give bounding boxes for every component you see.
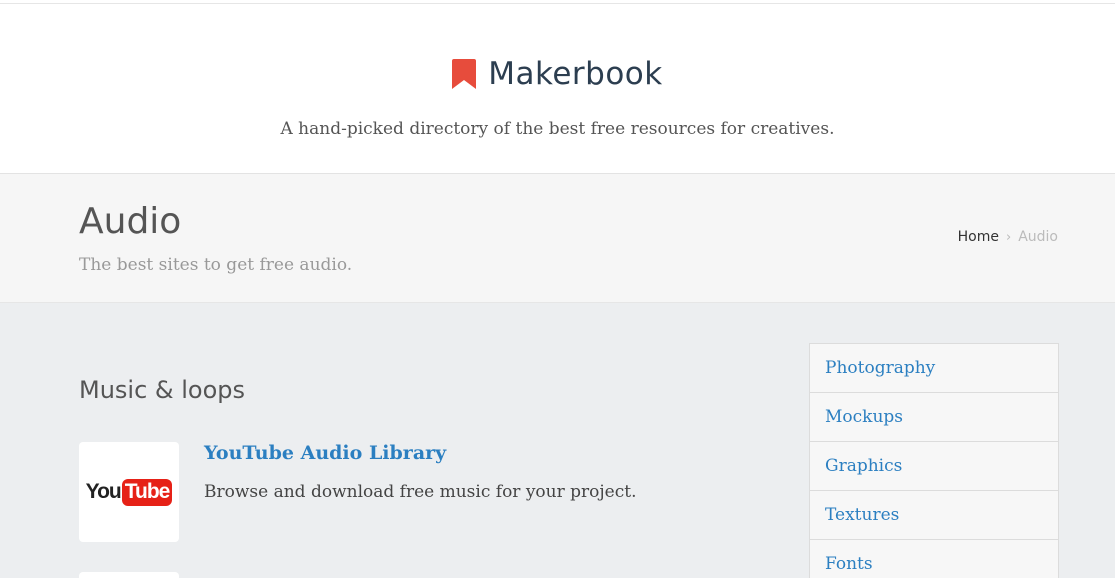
youtube-logo-you: You <box>85 480 122 503</box>
chevron-right-icon: › <box>1006 229 1012 245</box>
site-tagline: A hand-picked directory of the best free… <box>280 119 835 139</box>
youtube-logo: You Tube <box>85 478 173 506</box>
category-sidebar: Photography Mockups Graphics Textures Fo… <box>809 343 1059 578</box>
next-item-thumbnail[interactable] <box>79 572 179 578</box>
sidebar-item-mockups[interactable]: Mockups <box>810 393 1058 442</box>
sidebar-item-fonts[interactable]: Fonts <box>810 540 1058 578</box>
main-content: Music & loops You Tube YouTube Audio Lib… <box>0 303 1115 578</box>
youtube-logo-tube: Tube <box>121 478 173 506</box>
page-subtitle: The best sites to get free audio. <box>79 255 353 275</box>
sidebar-item-textures[interactable]: Textures <box>810 491 1058 540</box>
youtube-logo-thumbnail[interactable]: You Tube <box>79 442 179 542</box>
bookmark-icon <box>452 59 477 89</box>
brand-logo[interactable]: Makerbook <box>0 56 1115 92</box>
list-item: You Tube YouTube Audio Library Browse an… <box>79 442 719 542</box>
breadcrumb-home-link[interactable]: Home <box>958 229 999 245</box>
sidebar-item-graphics[interactable]: Graphics <box>810 442 1058 491</box>
item-title-link[interactable]: YouTube Audio Library <box>204 442 446 464</box>
page-title: Audio <box>79 201 182 242</box>
page-header: Audio The best sites to get free audio. … <box>0 174 1115 303</box>
breadcrumb: Home › Audio <box>958 229 1058 245</box>
brand-name: Makerbook <box>488 56 663 92</box>
section-title: Music & loops <box>79 376 246 404</box>
sidebar-item-photography[interactable]: Photography <box>810 344 1058 393</box>
breadcrumb-current: Audio <box>1018 229 1058 245</box>
site-header: Makerbook A hand-picked directory of the… <box>0 4 1115 174</box>
item-description: Browse and download free music for your … <box>204 482 637 502</box>
